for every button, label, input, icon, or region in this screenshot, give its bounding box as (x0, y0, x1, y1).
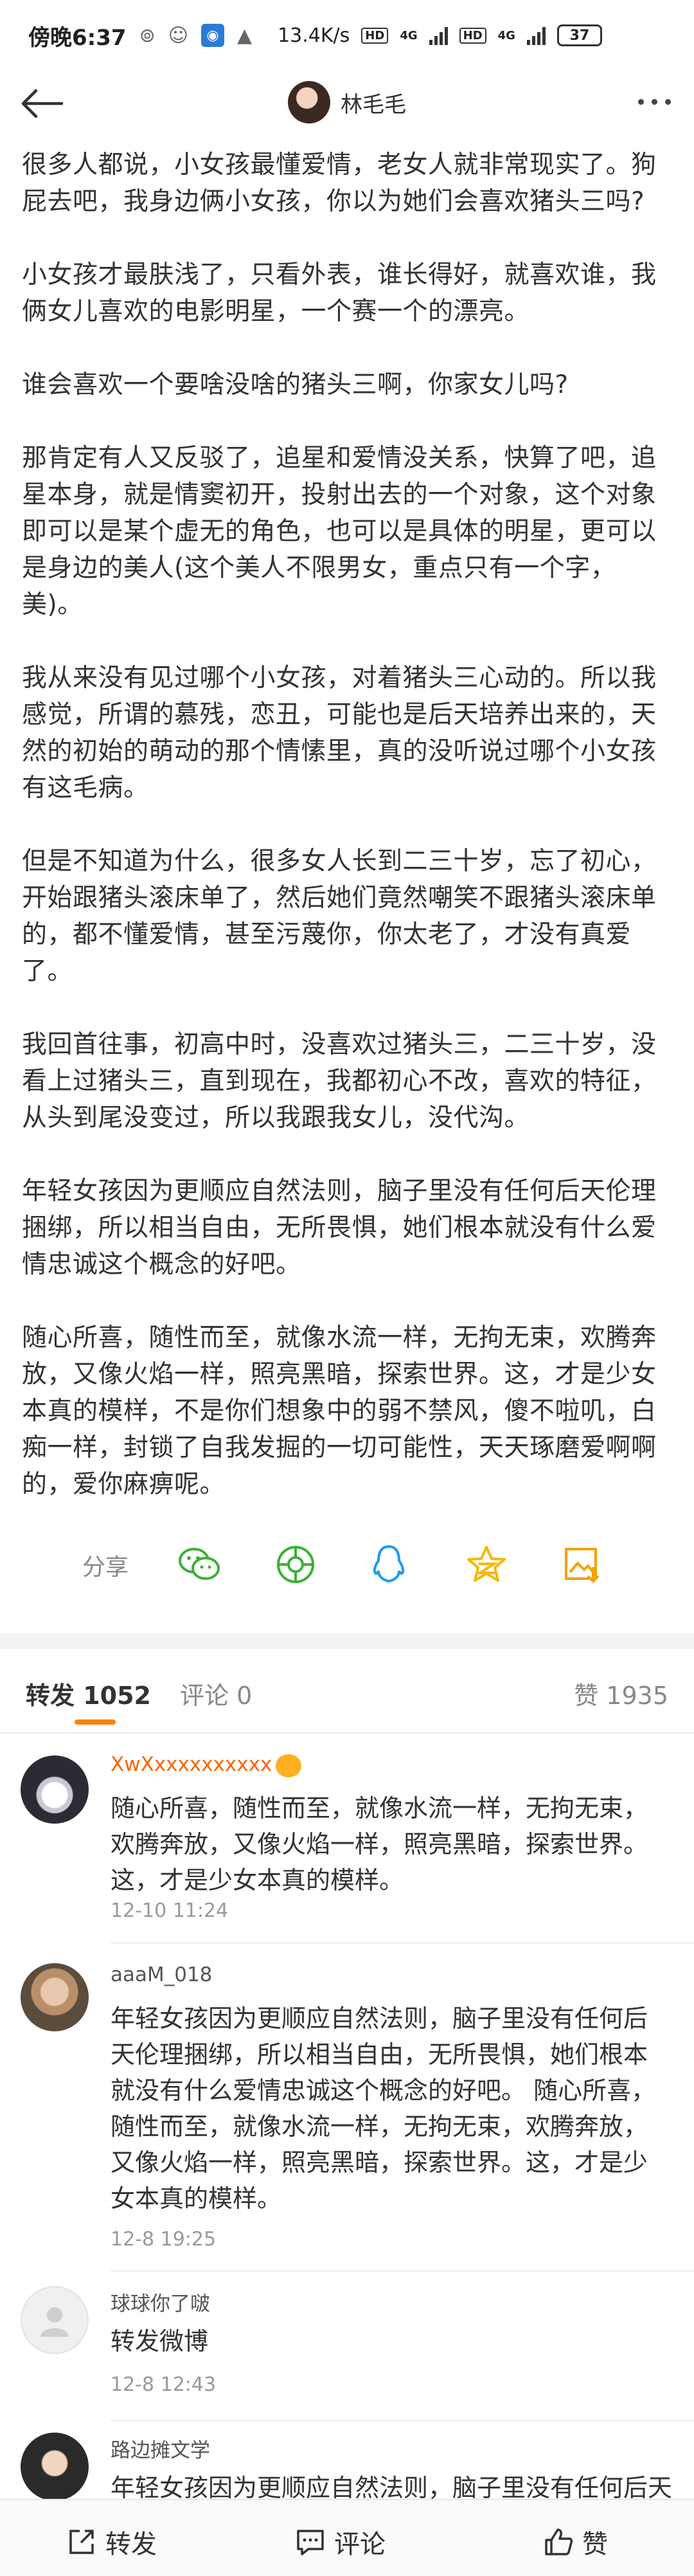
qzone-icon[interactable] (464, 1542, 509, 1587)
network-type: 4G (400, 28, 418, 42)
hotspot-icon: ◉ (201, 24, 224, 47)
repost-button-label[interactable]: 转发 (105, 2523, 157, 2561)
bottom-action-bar: 转发 评论 赞 (0, 2499, 694, 2576)
article-paragraph: 那肯定有人又反驳了，追星和爱情没关系，快算了吧，追星本身，就是情窦初开，投射出去… (22, 444, 657, 619)
repost-time: 12-8 12:43 (111, 2373, 217, 2396)
repost-text: 随心所喜，随性而至，就像水流一样，无拘无束，欢腾奔放，又像火焰一样，照亮黑暗，探… (111, 1794, 648, 1894)
comment-icon (297, 2530, 324, 2555)
avatar[interactable] (21, 2433, 89, 2501)
repost-username[interactable]: 路边摊文学 (111, 2434, 210, 2463)
tab-comment[interactable]: 评论 0 (180, 1676, 252, 1711)
more-dots-icon[interactable] (638, 99, 671, 105)
save-image-icon[interactable] (560, 1542, 605, 1587)
repost-list: XwXxxxxxxxxxx 随心所喜，随性而至，就像水流一样，无拘无束，欢腾奔放… (0, 1735, 694, 2550)
article-paragraph: 谁会喜欢一个要啥没啥的猪头三啊，你家女儿吗? (22, 370, 569, 399)
list-item[interactable]: aaaM_018 年轻女孩因为更顺应自然法则，脑子里没有任何后天伦理捆绑，所以相… (0, 1944, 694, 2272)
default-avatar-icon (40, 2307, 69, 2337)
nav-bar: 林毛毛 (0, 71, 694, 135)
article-body: 很多人都说，小女孩最懂爱情，老女人就非常现实了。狗屁去吧，我身边俩小女孩，你以为… (22, 147, 672, 1539)
section-divider (0, 1633, 694, 1649)
article-paragraph: 年轻女孩因为更顺应自然法则，脑子里没有任何后天伦理捆绑，所以相当自由，无所畏惧，… (22, 1177, 657, 1279)
avatar[interactable] (288, 81, 330, 123)
active-tab-indicator (75, 1719, 116, 1725)
interaction-tabs: 转发 1052 评论 0 赞 1935 (0, 1650, 694, 1734)
emoji-icon (276, 1754, 302, 1777)
app-notification-icon: ☺ (168, 24, 188, 47)
navigation-icon: ▲ (237, 24, 253, 47)
hd-badge: HD (361, 27, 389, 44)
arrow-left-icon[interactable] (19, 87, 64, 120)
wechat-icon[interactable] (177, 1542, 222, 1587)
repost-username[interactable]: 球球你了啵 (111, 2287, 210, 2316)
network-type-2: 4G (497, 28, 515, 42)
qq-icon[interactable] (366, 1542, 411, 1587)
hd-badge-2: HD (459, 27, 486, 44)
weibo-notification-icon: ⊚ (139, 24, 156, 47)
like-button-label[interactable]: 赞 (582, 2523, 608, 2561)
article-paragraph: 我回首往事，初高中时，没喜欢过猪头三，二三十岁，没看上过猪头三，直到现在，我都初… (22, 1030, 657, 1132)
repost-time: 12-8 19:25 (111, 2228, 217, 2251)
moments-icon[interactable] (273, 1542, 318, 1587)
article-paragraph: 我从来没有见过哪个小女孩，对着猪头三心动的。所以我感觉，所谓的慕残，恋丑，可能也… (22, 664, 657, 803)
status-right: 13.4K/s HD 4G HD 4G 37 (278, 24, 602, 47)
repost-text: 转发微博 (111, 2327, 209, 2355)
battery-icon: 37 (556, 24, 602, 46)
status-bar: 傍晚6:37 ⊚ ☺ ◉ ▲ 13.4K/s HD 4G HD 4G 37 (0, 0, 694, 71)
signal-icon (429, 26, 448, 45)
share-row: 分享 (0, 1534, 694, 1592)
avatar[interactable] (21, 1755, 89, 1824)
network-speed: 13.4K/s (278, 24, 350, 47)
share-label: 分享 (82, 1554, 129, 1581)
comment-button[interactable]: 评论 (296, 2523, 386, 2561)
repost-icon (69, 2530, 94, 2554)
list-item[interactable]: 球球你了啵 转发微博 12-8 12:43 (0, 2272, 694, 2421)
tab-repost[interactable]: 转发 1052 (26, 1676, 151, 1711)
status-time: 傍晚6:37 (28, 24, 127, 51)
article-paragraph: 很多人都说，小女孩最懂爱情，老女人就非常现实了。狗屁去吧，我身边俩小女孩，你以为… (22, 150, 657, 216)
tab-like[interactable]: 赞 1935 (574, 1676, 668, 1711)
repost-time: 12-10 11:24 (111, 1900, 229, 1922)
like-button[interactable]: 赞 (544, 2523, 608, 2561)
avatar[interactable] (21, 2286, 89, 2354)
signal-icon-2 (526, 26, 546, 45)
article-paragraph: 随心所喜，随性而至，就像水流一样，无拘无束，欢腾奔放，又像火焰一样，照亮黑暗，探… (22, 1323, 657, 1499)
repost-text: 年轻女孩因为更顺应自然法则，脑子里没有任何后天伦理捆绑，所以相当自由，无所畏惧，… (111, 2004, 656, 2213)
nav-username[interactable]: 林毛毛 (341, 87, 406, 118)
repost-username[interactable]: XwXxxxxxxxxxx (111, 1753, 302, 1777)
article-paragraph: 但是不知道为什么，很多女人长到二三十岁，忘了初心，开始跟猪头滚床单了，然后她们竟… (22, 847, 657, 986)
comment-button-label[interactable]: 评论 (334, 2523, 386, 2561)
list-item[interactable]: XwXxxxxxxxxxx 随心所喜，随性而至，就像水流一样，无拘无束，欢腾奔放… (0, 1735, 694, 1944)
repost-username[interactable]: aaaM_018 (111, 1963, 212, 1986)
thumbs-up-icon (545, 2528, 573, 2555)
avatar[interactable] (21, 1963, 89, 2031)
nav-user[interactable]: 林毛毛 (288, 81, 406, 123)
article-paragraph: 小女孩才最肤浅了，只看外表，谁长得好，就喜欢谁，我俩女儿喜欢的电影明星，一个赛一… (22, 260, 657, 326)
repost-button[interactable]: 转发 (67, 2523, 157, 2561)
